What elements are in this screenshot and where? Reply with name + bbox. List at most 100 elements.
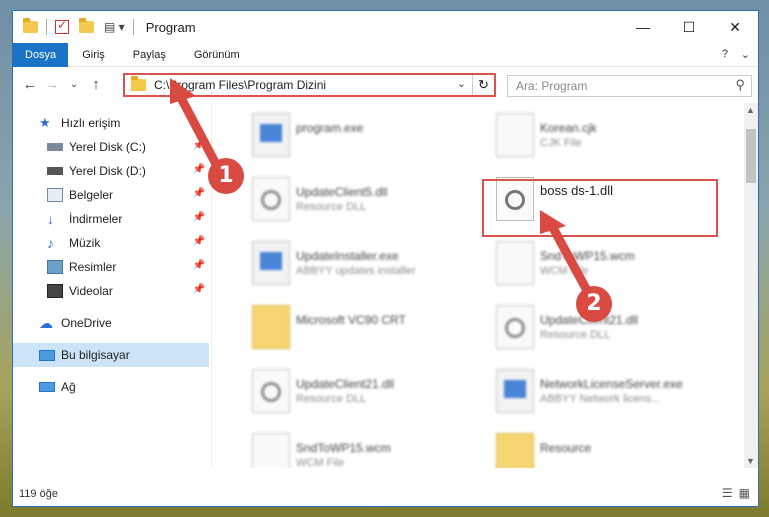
ribbon-tabs: Dosya Giriş Paylaş Görünüm ? ⌄ bbox=[13, 42, 758, 67]
address-dropdown-icon[interactable]: ⌄ bbox=[457, 77, 466, 90]
recent-locations-icon[interactable]: ⌄ bbox=[63, 79, 85, 90]
star-icon: ★ bbox=[39, 115, 51, 130]
callout-badge-2: 2 bbox=[576, 286, 612, 322]
navigation-bar: ← → ⌄ ↑ C:\Program Files\Program Dizini … bbox=[13, 67, 758, 101]
file-desc: ABBYY updates installer bbox=[296, 265, 416, 277]
address-path[interactable]: C:\Program Files\Program Dizini bbox=[154, 78, 326, 92]
exe-icon bbox=[252, 241, 290, 285]
file-name: UpdateClient21.dll bbox=[296, 377, 395, 391]
folder-icon bbox=[496, 433, 534, 468]
nav-item-label: Belgeler bbox=[69, 188, 114, 202]
file-desc: Resource DLL bbox=[296, 201, 367, 213]
nav-item-label: Yerel Disk (D:) bbox=[69, 164, 146, 178]
file-item[interactable]: UpdateClient21.dll Resource DLL bbox=[226, 363, 466, 425]
navigation-pane: ★ Hızlı erişim Yerel Disk (C:) 📌 Yerel D… bbox=[13, 103, 211, 468]
status-bar: 119 öğe ☰ ▦ bbox=[13, 481, 758, 506]
folder-icon bbox=[131, 76, 146, 91]
window-controls: — ☐ ✕ bbox=[620, 11, 758, 43]
nav-item-label: Hızlı erişim bbox=[61, 116, 121, 130]
customize-toolbar-icon[interactable]: ▤ ▾ bbox=[104, 20, 125, 34]
nav-item-downloads[interactable]: ↓ İndirmeler 📌 bbox=[13, 207, 209, 231]
maximize-button[interactable]: ☐ bbox=[666, 11, 712, 43]
file-icon bbox=[496, 113, 534, 157]
nav-item-disk-d[interactable]: Yerel Disk (D:) 📌 bbox=[13, 159, 209, 183]
nav-item-pictures[interactable]: Resimler 📌 bbox=[13, 255, 209, 279]
video-icon bbox=[47, 284, 63, 298]
file-item[interactable]: SndToWP15.wcm WCM File bbox=[226, 427, 466, 468]
refresh-icon[interactable]: ↻ bbox=[472, 75, 494, 95]
nav-item-label: Videolar bbox=[69, 284, 113, 298]
dll-icon bbox=[252, 369, 290, 413]
file-name: Korean.cjk bbox=[540, 121, 597, 135]
file-item[interactable]: UpdateInstaller.exe ABBYY updates instal… bbox=[226, 235, 466, 297]
forward-button[interactable]: → bbox=[41, 76, 63, 93]
nav-item-label: Yerel Disk (C:) bbox=[69, 140, 146, 154]
nav-item-documents[interactable]: Belgeler 📌 bbox=[13, 183, 209, 207]
nav-item-label: OneDrive bbox=[61, 316, 112, 330]
search-icon: ⚲ bbox=[735, 77, 745, 92]
pin-icon[interactable]: 📌 bbox=[193, 284, 205, 295]
scroll-down-icon[interactable]: ▼ bbox=[746, 456, 755, 466]
nav-item-disk-c[interactable]: Yerel Disk (C:) 📌 bbox=[13, 135, 209, 159]
scroll-thumb[interactable] bbox=[746, 129, 756, 183]
nav-item-quick-access[interactable]: ★ Hızlı erişim bbox=[13, 111, 209, 135]
file-item[interactable]: Korean.cjk CJK File bbox=[470, 107, 710, 169]
file-item[interactable]: UpdateClient5.dll Resource DLL bbox=[226, 171, 466, 233]
view-switcher: ☰ ▦ bbox=[722, 486, 750, 500]
details-view-icon[interactable]: ☰ bbox=[722, 486, 733, 500]
dll-icon bbox=[496, 305, 534, 349]
file-item[interactable]: NetworkLicenseServer.exe ABBYY Network l… bbox=[470, 363, 710, 425]
file-item[interactable]: Microsoft VC90 CRT bbox=[226, 299, 466, 361]
large-icons-view-icon[interactable]: ▦ bbox=[739, 486, 750, 500]
title-bar: ▤ ▾ Program — ☐ ✕ bbox=[13, 11, 758, 43]
nav-item-music[interactable]: ♪ Müzik 📌 bbox=[13, 231, 209, 255]
documents-icon bbox=[47, 188, 63, 202]
scroll-up-icon[interactable]: ▲ bbox=[746, 105, 755, 115]
tab-home[interactable]: Giriş bbox=[68, 43, 119, 67]
back-button[interactable]: ← bbox=[19, 76, 41, 93]
close-button[interactable]: ✕ bbox=[712, 11, 758, 43]
tab-view[interactable]: Görünüm bbox=[180, 43, 254, 67]
help-icon[interactable]: ? bbox=[722, 48, 728, 60]
exe-icon bbox=[252, 113, 290, 157]
tab-file[interactable]: Dosya bbox=[13, 42, 69, 67]
file-name: NetworkLicenseServer.exe bbox=[540, 377, 683, 391]
minimize-button[interactable]: — bbox=[620, 11, 666, 43]
file-desc: Resource DLL bbox=[540, 329, 611, 341]
nav-item-this-pc[interactable]: Bu bilgisayar bbox=[13, 343, 209, 367]
file-item[interactable]: Resource bbox=[470, 427, 710, 468]
separator bbox=[132, 19, 134, 35]
nav-item-network[interactable]: Ağ bbox=[13, 375, 209, 399]
pin-icon[interactable]: 📌 bbox=[193, 188, 205, 199]
file-list: program.exe Korean.cjk CJK File UpdateCl… bbox=[212, 103, 746, 468]
network-icon bbox=[39, 382, 55, 392]
pin-icon[interactable]: 📌 bbox=[193, 164, 205, 175]
address-bar[interactable]: C:\Program Files\Program Dizini ⌄ ↻ bbox=[123, 73, 496, 97]
file-desc: WCM File bbox=[296, 457, 345, 468]
computer-icon bbox=[39, 349, 55, 361]
properties-icon[interactable] bbox=[55, 18, 69, 34]
cloud-icon: ☁ bbox=[39, 315, 53, 331]
exe-icon bbox=[496, 369, 534, 413]
explorer-window: ▤ ▾ Program — ☐ ✕ Dosya Giriş Paylaş Gör… bbox=[12, 10, 759, 507]
music-icon: ♪ bbox=[47, 235, 54, 251]
file-item[interactable]: program.exe bbox=[226, 107, 466, 169]
quick-access-toolbar: ▤ ▾ Program bbox=[13, 18, 196, 35]
vertical-scrollbar[interactable]: ▲ ▼ bbox=[744, 103, 758, 468]
tab-share[interactable]: Paylaş bbox=[119, 43, 180, 67]
folder-icon bbox=[252, 305, 290, 349]
expand-ribbon-icon[interactable]: ⌄ bbox=[741, 48, 750, 61]
drive-icon bbox=[47, 167, 63, 175]
up-button[interactable]: ↑ bbox=[85, 76, 107, 93]
new-folder-icon[interactable] bbox=[79, 18, 94, 33]
pin-icon[interactable]: 📌 bbox=[193, 212, 205, 223]
file-desc: WCM File bbox=[540, 265, 589, 277]
pin-icon[interactable]: 📌 bbox=[193, 260, 205, 271]
file-name: program.exe bbox=[296, 121, 364, 135]
nav-item-onedrive[interactable]: ☁ OneDrive bbox=[13, 311, 209, 335]
pin-icon[interactable]: 📌 bbox=[193, 140, 205, 151]
search-input[interactable]: Ara: Program ⚲ bbox=[507, 75, 752, 97]
nav-item-label: Müzik bbox=[69, 236, 101, 250]
nav-item-videos[interactable]: Videolar 📌 bbox=[13, 279, 209, 303]
pin-icon[interactable]: 📌 bbox=[193, 236, 205, 247]
